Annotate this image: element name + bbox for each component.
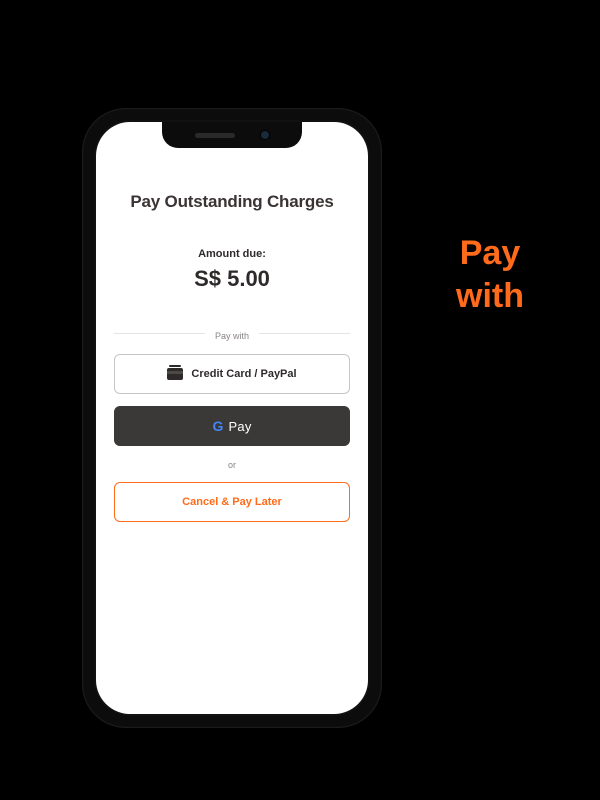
page-title: Pay Outstanding Charges xyxy=(114,192,350,212)
credit-card-button-label: Credit Card / PayPal xyxy=(191,368,296,380)
google-pay-logo: G Pay xyxy=(212,418,251,434)
credit-card-button[interactable]: Credit Card / PayPal xyxy=(114,354,350,394)
pay-with-label: Pay with xyxy=(205,331,259,341)
phone-frame: Pay Outstanding Charges Amount due: S$ 5… xyxy=(82,108,382,728)
amount-due-value: S$ 5.00 xyxy=(114,266,350,292)
amount-due-label: Amount due: xyxy=(114,248,350,260)
phone-bezel: Pay Outstanding Charges Amount due: S$ 5… xyxy=(94,120,370,716)
pay-with-divider: Pay with xyxy=(114,326,350,340)
promo-heading-line1: Pay xyxy=(420,232,560,275)
cancel-button-label: Cancel & Pay Later xyxy=(182,496,282,508)
google-pay-label: Pay xyxy=(229,419,252,434)
speaker-grille xyxy=(195,133,235,138)
google-pay-button[interactable]: G Pay xyxy=(114,406,350,446)
or-divider-label: or xyxy=(114,460,350,470)
credit-card-icon xyxy=(167,368,183,380)
promo-heading-line2: with xyxy=(420,275,560,318)
cancel-pay-later-button[interactable]: Cancel & Pay Later xyxy=(114,482,350,522)
promo-heading: Pay with xyxy=(420,232,560,317)
g-logo-part: G xyxy=(212,418,223,434)
phone-notch xyxy=(162,122,302,148)
phone-screen: Pay Outstanding Charges Amount due: S$ 5… xyxy=(96,122,368,714)
front-camera xyxy=(261,131,269,139)
